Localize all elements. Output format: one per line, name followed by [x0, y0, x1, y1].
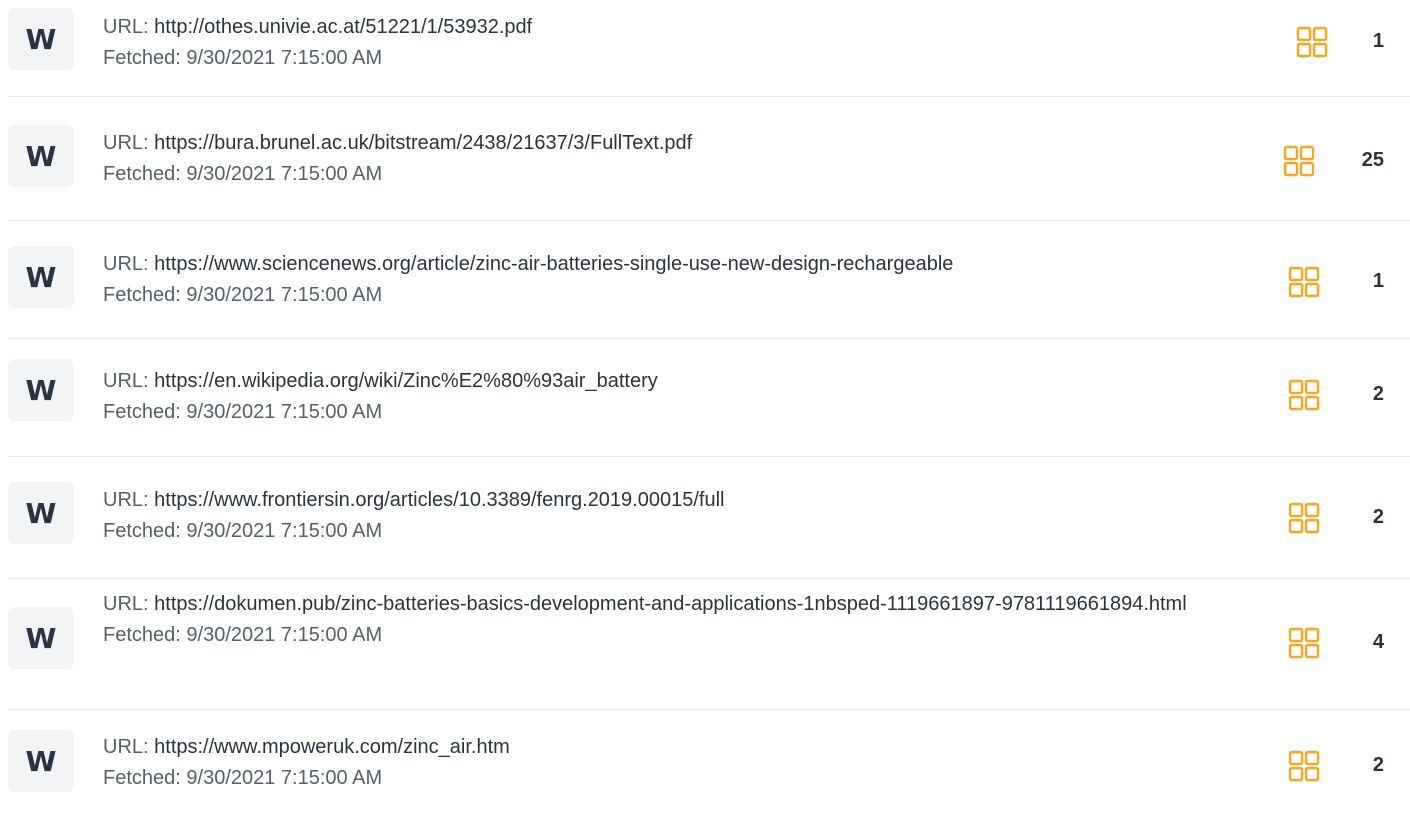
match-count: 2 — [1372, 383, 1384, 405]
url-line: URL: https://dokumen.pub/zinc-batteries-… — [103, 589, 1193, 620]
fetched-timestamp: 9/30/2021 7:15:00 AM — [186, 520, 383, 542]
grid-icon[interactable] — [1283, 145, 1315, 177]
source-row[interactable]: W URL: https://www.sciencenews.org/articl… — [8, 221, 1410, 339]
match-count: 4 — [1372, 631, 1384, 653]
url-label: URL: — [103, 593, 149, 615]
source-details: URL: https://en.wikipedia.org/wiki/Zinc%… — [103, 366, 1193, 428]
url-label: URL: — [103, 132, 149, 154]
source-details: URL: https://www.mpoweruk.com/zinc_air.h… — [103, 732, 1193, 794]
url-label: URL: — [103, 370, 149, 392]
fetched-label: Fetched: — [103, 163, 181, 185]
match-count: 25 — [1361, 149, 1384, 171]
url-line: URL: http://othes.univie.ac.at/51221/1/5… — [103, 12, 1193, 43]
fetched-label: Fetched: — [103, 520, 181, 542]
fetched-timestamp: 9/30/2021 7:15:00 AM — [186, 401, 383, 423]
url-label: URL: — [103, 489, 149, 511]
source-url-link[interactable]: https://www.frontiersin.org/articles/10.… — [154, 489, 724, 511]
url-line: URL: https://en.wikipedia.org/wiki/Zinc%… — [103, 366, 1193, 397]
source-type-badge: W — [8, 730, 74, 792]
grid-icon[interactable] — [1288, 266, 1320, 298]
match-count: 1 — [1372, 30, 1384, 52]
source-type-badge: W — [8, 607, 74, 669]
url-label: URL: — [103, 16, 149, 38]
fetched-label: Fetched: — [103, 767, 181, 789]
source-details: URL: https://www.frontiersin.org/article… — [103, 485, 1193, 547]
source-type-badge: W — [8, 246, 74, 308]
source-type-badge: W — [8, 125, 74, 187]
source-row[interactable]: W URL: https://www.mpoweruk.com/zinc_air.… — [8, 710, 1410, 823]
fetched-timestamp: 9/30/2021 7:15:00 AM — [186, 47, 383, 69]
fetched-label: Fetched: — [103, 47, 181, 69]
fetched-line: Fetched: 9/30/2021 7:15:00 AM — [103, 516, 1193, 547]
fetched-timestamp: 9/30/2021 7:15:00 AM — [186, 284, 383, 306]
match-count: 2 — [1372, 754, 1384, 776]
url-line: URL: https://www.mpoweruk.com/zinc_air.h… — [103, 732, 1193, 763]
source-url-link[interactable]: https://en.wikipedia.org/wiki/Zinc%E2%80… — [154, 370, 658, 392]
source-details: URL: https://dokumen.pub/zinc-batteries-… — [103, 589, 1193, 651]
fetched-line: Fetched: 9/30/2021 7:15:00 AM — [103, 763, 1193, 794]
fetched-line: Fetched: 9/30/2021 7:15:00 AM — [103, 159, 1193, 190]
grid-icon[interactable] — [1288, 379, 1320, 411]
grid-icon[interactable] — [1288, 750, 1320, 782]
source-row[interactable]: W URL: https://en.wikipedia.org/wiki/Zinc… — [8, 339, 1410, 457]
source-type-badge: W — [8, 359, 74, 421]
url-line: URL: https://www.sciencenews.org/article… — [103, 249, 1193, 280]
url-label: URL: — [103, 736, 149, 758]
fetched-line: Fetched: 9/30/2021 7:15:00 AM — [103, 43, 1193, 74]
source-row[interactable]: W URL: https://dokumen.pub/zinc-batteries… — [8, 579, 1410, 710]
match-count: 1 — [1372, 270, 1384, 292]
source-details: URL: https://www.sciencenews.org/article… — [103, 249, 1193, 311]
source-details: URL: https://bura.brunel.ac.uk/bitstream… — [103, 128, 1193, 190]
match-count: 2 — [1372, 506, 1384, 528]
url-line: URL: https://bura.brunel.ac.uk/bitstream… — [103, 128, 1193, 159]
source-type-badge: W — [8, 482, 74, 544]
grid-icon[interactable] — [1288, 502, 1320, 534]
fetched-label: Fetched: — [103, 624, 181, 646]
source-url-link[interactable]: https://www.mpoweruk.com/zinc_air.htm — [154, 736, 510, 758]
fetched-line: Fetched: 9/30/2021 7:15:00 AM — [103, 280, 1193, 311]
fetched-line: Fetched: 9/30/2021 7:15:00 AM — [103, 397, 1193, 428]
fetched-line: Fetched: 9/30/2021 7:15:00 AM — [103, 620, 1193, 651]
source-url-link[interactable]: https://www.sciencenews.org/article/zinc… — [154, 253, 953, 275]
source-type-badge: W — [8, 8, 74, 70]
grid-icon[interactable] — [1296, 26, 1328, 58]
fetched-timestamp: 9/30/2021 7:15:00 AM — [186, 163, 383, 185]
url-label: URL: — [103, 253, 149, 275]
source-list: W URL: http://othes.univie.ac.at/51221/1/… — [0, 0, 1410, 823]
grid-icon[interactable] — [1288, 627, 1320, 659]
source-row[interactable]: W URL: http://othes.univie.ac.at/51221/1/… — [8, 0, 1410, 97]
source-row[interactable]: W URL: https://bura.brunel.ac.uk/bitstrea… — [8, 97, 1410, 221]
source-url-link[interactable]: https://bura.brunel.ac.uk/bitstream/2438… — [154, 132, 692, 154]
fetched-label: Fetched: — [103, 284, 181, 306]
source-url-link[interactable]: https://dokumen.pub/zinc-batteries-basic… — [154, 593, 1187, 615]
url-line: URL: https://www.frontiersin.org/article… — [103, 485, 1193, 516]
fetched-label: Fetched: — [103, 401, 181, 423]
fetched-timestamp: 9/30/2021 7:15:00 AM — [186, 624, 383, 646]
source-url-link[interactable]: http://othes.univie.ac.at/51221/1/53932.… — [154, 16, 532, 38]
source-details: URL: http://othes.univie.ac.at/51221/1/5… — [103, 12, 1193, 74]
source-row[interactable]: W URL: https://www.frontiersin.org/articl… — [8, 457, 1410, 579]
fetched-timestamp: 9/30/2021 7:15:00 AM — [186, 767, 383, 789]
